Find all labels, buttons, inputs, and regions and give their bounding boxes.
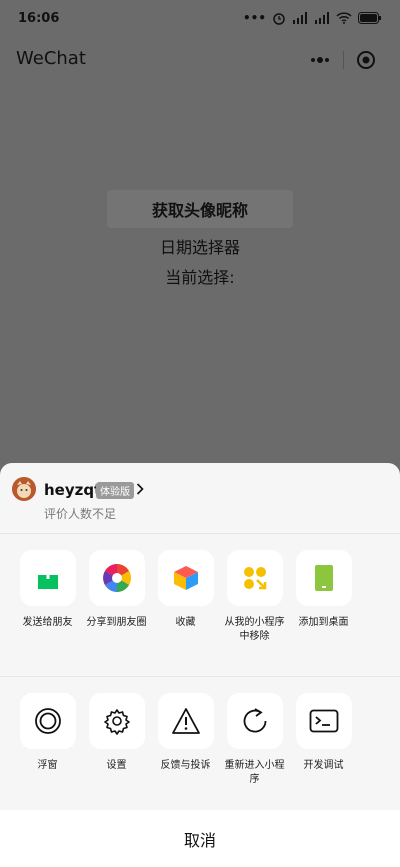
status-time: 16:06 [18,10,60,26]
moments-icon [88,550,145,606]
action-label: 设置 [106,760,127,771]
cancel-button[interactable]: 取消 [0,810,400,867]
action-label: 收藏 [175,617,196,628]
action-share-moments[interactable]: 分享到朋友圈 [82,550,151,676]
alarm-icon [273,13,285,25]
action-favorite[interactable]: 收藏 [151,550,220,676]
action-settings[interactable]: 设置 [82,693,151,813]
date-picker-label[interactable]: 日期选择器 [0,234,400,258]
more-dots-icon [311,57,330,63]
action-feedback[interactable]: 反馈与投诉 [151,693,220,813]
page-content: 获取头像昵称 日期选择器 当前选择: [0,190,400,288]
signal-icon [293,12,307,24]
battery-icon [358,12,381,24]
sheet-header[interactable]: heyzqt 体验版 评价人数不足 [0,463,400,534]
status-icons: ••• [243,11,382,25]
current-selection-label: 当前选择: [165,268,235,287]
action-label: 反馈与投诉 [160,760,211,771]
signal-icon [315,12,329,24]
terminal-icon [295,693,352,749]
action-label: 分享到朋友圈 [86,617,147,628]
navigation-bar: WeChat [0,40,400,80]
status-bar: 16:06 ••• [0,0,400,36]
action-float-window[interactable]: 浮窗 [13,693,82,813]
miniprogram-name: heyzqt [44,481,102,499]
close-miniprogram-button[interactable] [343,44,388,76]
remove-miniprogram-icon [226,550,283,606]
app-title: WeChat [16,48,86,69]
action-row-secondary: 浮窗 设置 反馈与投诉 重新进入小程序 开发调试 [0,677,400,813]
trial-version-badge: 体验版 [96,482,134,499]
action-label: 开发调试 [303,760,344,771]
action-label: 浮窗 [37,760,58,771]
reload-icon [226,693,283,749]
action-add-to-desktop[interactable]: 添加到桌面 [289,550,358,676]
float-window-icon [19,693,76,749]
target-circle-icon [356,51,375,69]
capsule-menu [298,44,388,76]
wifi-icon [336,12,352,24]
share-green-icon [19,550,76,606]
action-label: 发送给朋友 [22,617,73,628]
more-menu-button[interactable] [298,44,343,76]
action-dev-debug[interactable]: 开发调试 [289,693,358,813]
add-to-desktop-icon [295,550,352,606]
action-sheet: heyzqt 体验版 评价人数不足 发送给朋友 分享到朋友圈 收藏 从我的小程序… [0,463,400,867]
rating-subtitle: 评价人数不足 [44,507,117,521]
favorite-cube-icon [157,550,214,606]
action-label: 重新进入小程序 [224,760,285,785]
action-label: 添加到桌面 [298,617,349,628]
more-dots-icon: ••• [242,11,266,25]
action-send-to-friend[interactable]: 发送给朋友 [13,550,82,676]
action-label: 从我的小程序中移除 [224,617,285,642]
gear-icon [88,693,145,749]
chevron-right-icon [136,483,144,495]
warning-icon [157,693,214,749]
get-avatar-nickname-button[interactable]: 获取头像昵称 [107,190,293,228]
action-remove-miniprogram[interactable]: 从我的小程序中移除 [220,550,289,676]
miniprogram-avatar [12,477,36,501]
action-reenter-miniprogram[interactable]: 重新进入小程序 [220,693,289,813]
action-row-primary: 发送给朋友 分享到朋友圈 收藏 从我的小程序中移除 添加到桌面 [0,534,400,677]
